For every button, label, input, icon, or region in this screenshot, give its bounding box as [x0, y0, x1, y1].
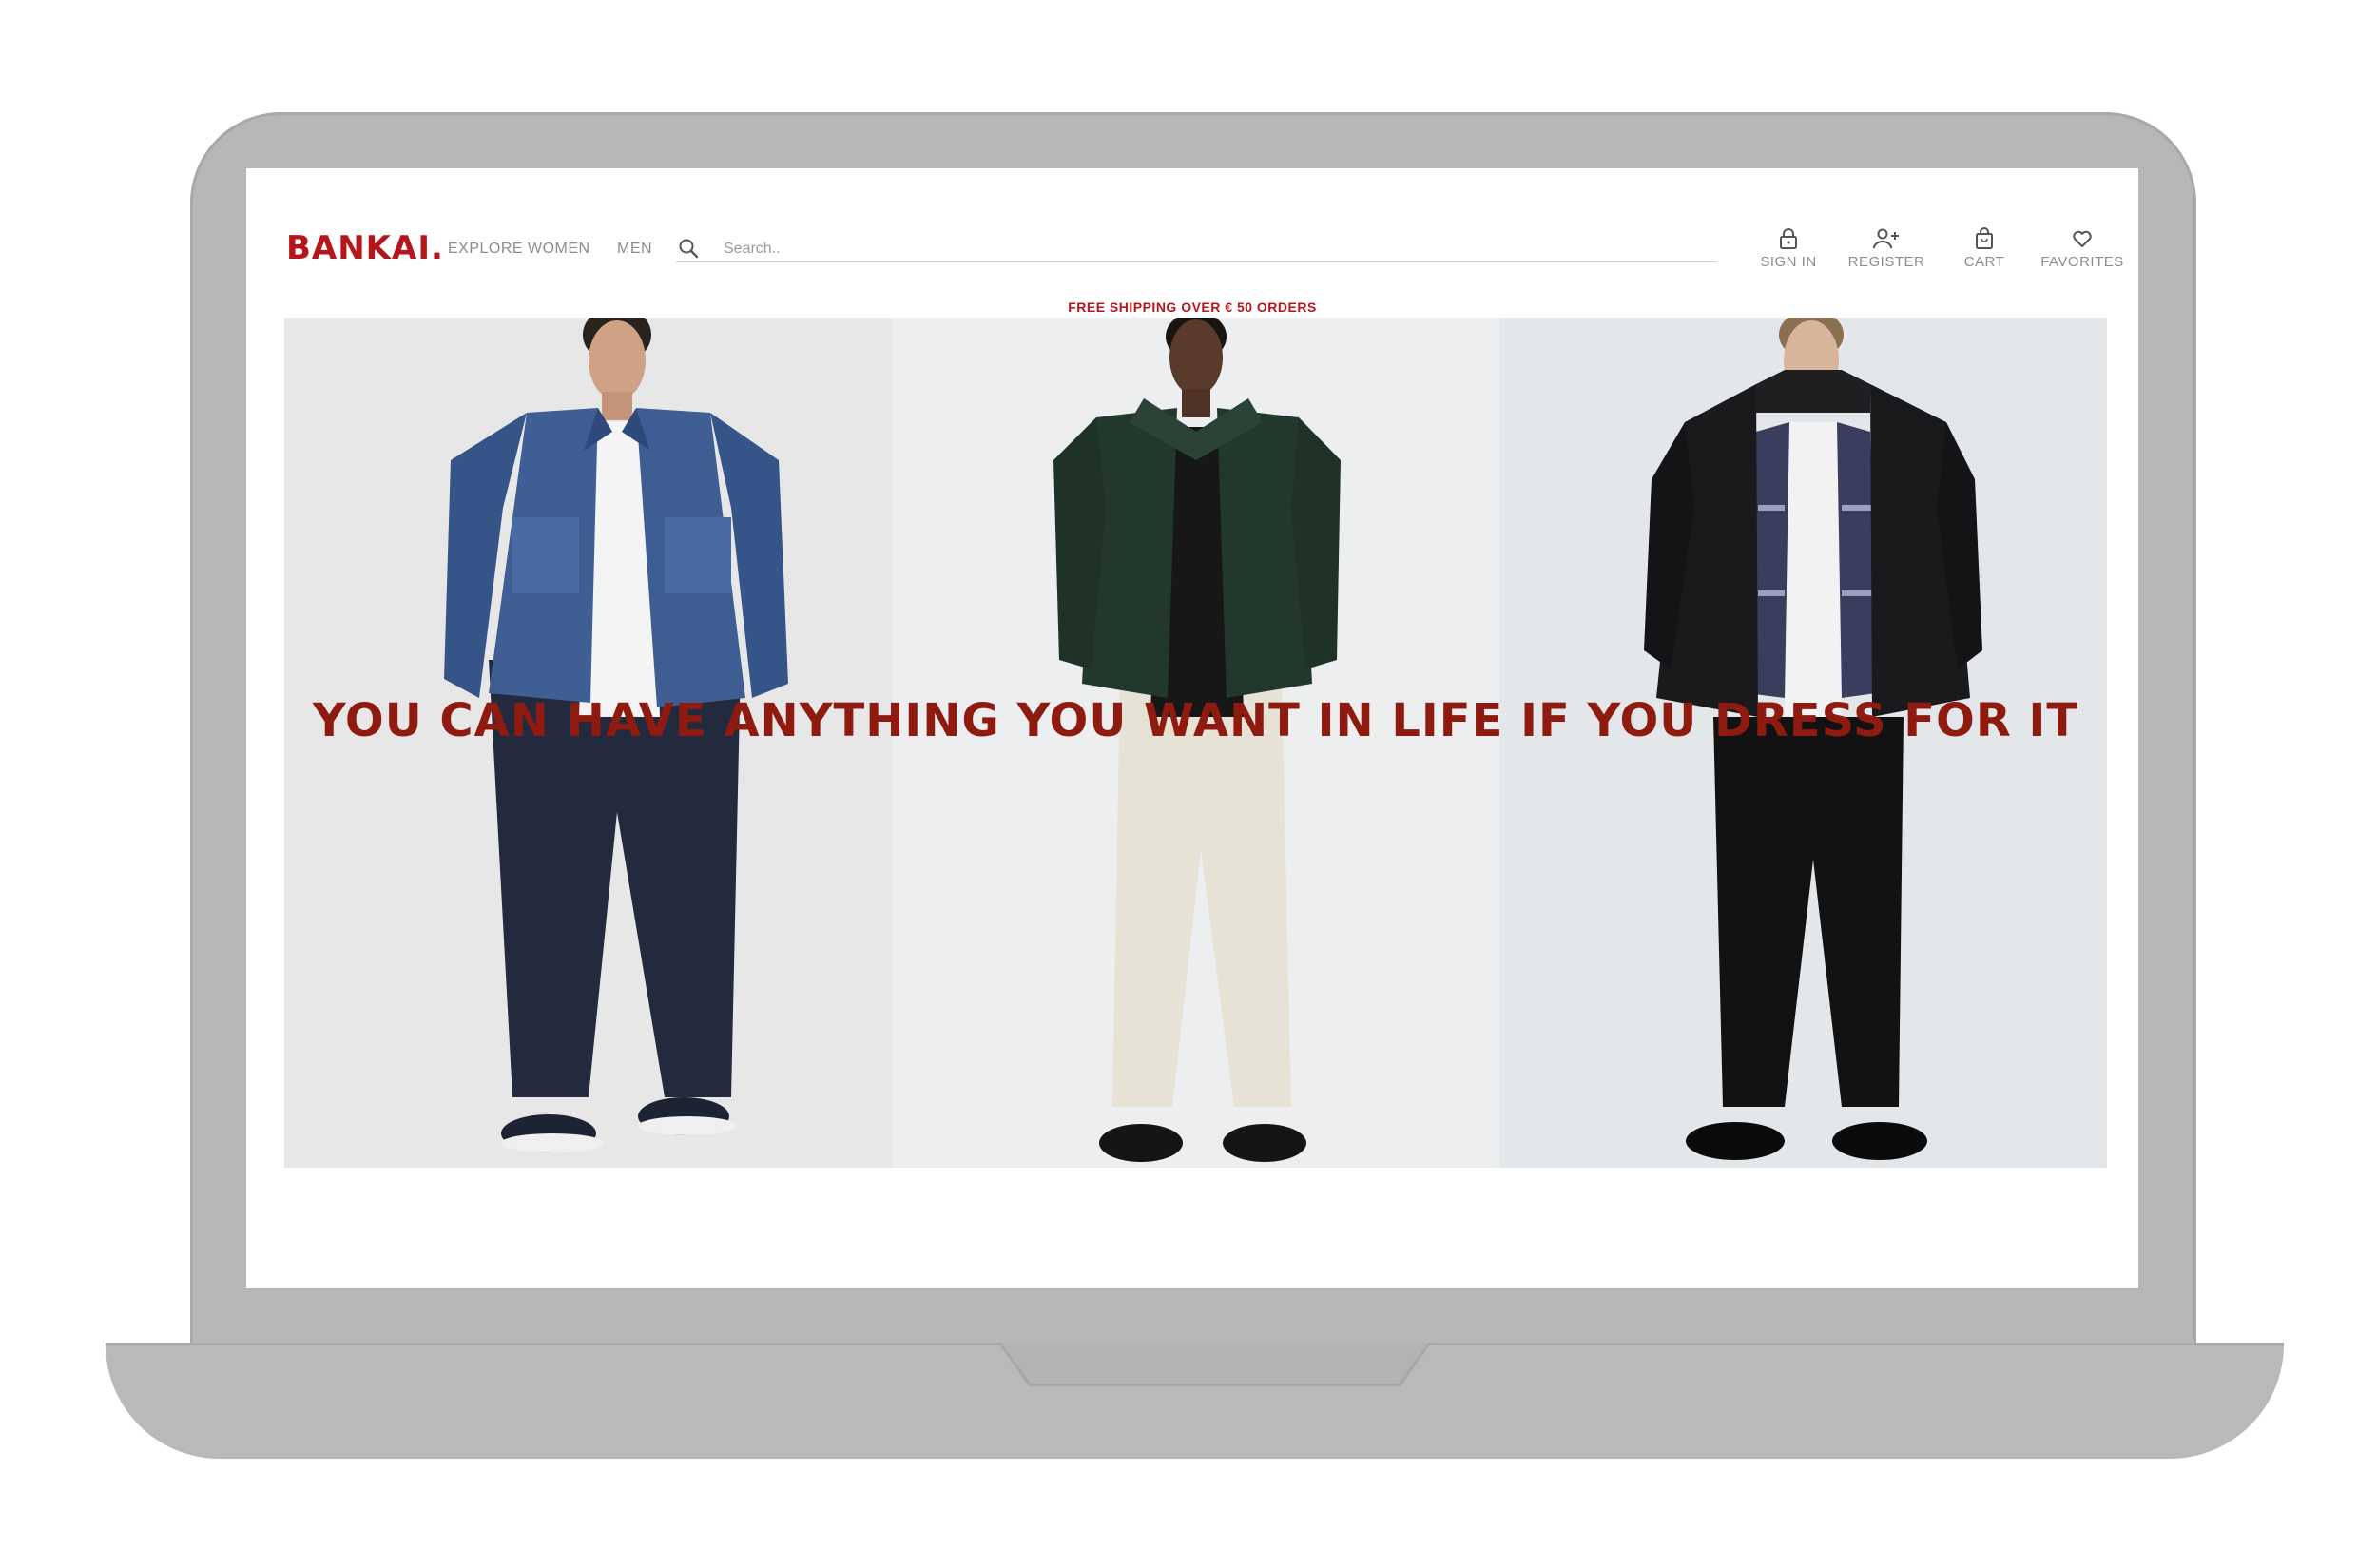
hero-banner: YOU CAN HAVE ANYTHING YOU WANT IN LIFE I…: [284, 318, 2107, 1168]
hero-headline: YOU CAN HAVE ANYTHING YOU WANT IN LIFE I…: [312, 694, 2079, 747]
laptop-notch-inner: [1001, 1343, 1428, 1384]
nav-men[interactable]: MEN: [617, 241, 652, 258]
cart-label: CART: [1963, 254, 2005, 270]
nav-women[interactable]: WOMEN: [528, 241, 590, 258]
brand-logo[interactable]: BANKAI.: [286, 229, 444, 267]
add-user-icon: [1873, 228, 1899, 249]
promo-banner: FREE SHIPPING OVER € 50 ORDERS: [1068, 300, 1317, 315]
favorites-button[interactable]: FAVORITES: [2030, 227, 2135, 270]
favorites-label: FAVORITES: [2040, 254, 2124, 270]
search-input[interactable]: [722, 237, 1714, 261]
search-icon[interactable]: [677, 237, 700, 260]
lock-icon: [1780, 228, 1797, 249]
sign-in-label: SIGN IN: [1760, 254, 1817, 270]
sign-in-button[interactable]: SIGN IN: [1736, 227, 1841, 270]
shopping-bag-icon: [1976, 227, 1993, 249]
register-label: REGISTER: [1847, 254, 1925, 270]
heart-icon: [2073, 230, 2092, 247]
laptop-screen: BANKAI. EXPLORE WOMEN MEN SIGN IN REGIST…: [246, 168, 2138, 1288]
register-button[interactable]: REGISTER: [1834, 227, 1939, 270]
cart-button[interactable]: CART: [1932, 227, 2037, 270]
nav-explore[interactable]: EXPLORE: [448, 241, 523, 258]
